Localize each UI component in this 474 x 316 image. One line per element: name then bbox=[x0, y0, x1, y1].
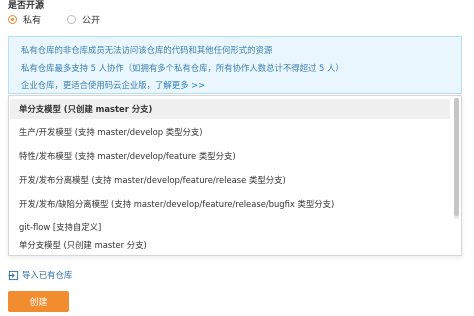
import-repo-link[interactable]: 导入已有仓库 bbox=[8, 269, 72, 281]
notice-line-3: 企业仓库，更适合使用码云企业版，了解更多 >> bbox=[21, 77, 449, 95]
dropdown-option-git-flow[interactable]: git-flow [支持自定义] bbox=[10, 217, 450, 237]
create-button[interactable]: 创建 bbox=[8, 291, 69, 312]
dropdown-selected-value[interactable]: 单分支模型 (只创建 master 分支) bbox=[10, 235, 450, 255]
radio-private-indicator[interactable] bbox=[8, 15, 17, 24]
radio-private-label: 私有 bbox=[23, 16, 42, 26]
private-repo-notice: 私有仓库的非仓库成员无法访问该仓库的代码和其他任何形式的资源 私有仓库最多支持 … bbox=[8, 36, 462, 94]
import-repo-label: 导入已有仓库 bbox=[22, 270, 73, 280]
dropdown-option-dev-release-bugfix[interactable]: 开发/发布/缺陷分离模型 (支持 master/develop/feature/… bbox=[10, 194, 450, 214]
radio-public[interactable]: 公开 bbox=[67, 13, 100, 26]
dropdown-option-production-develop[interactable]: 生产/开发模型 (支持 master/develop 类型分支) bbox=[10, 122, 450, 142]
visibility-label: 是否开源 bbox=[8, 1, 45, 11]
dropdown-option-feature-release[interactable]: 特性/发布模型 (支持 master/develop/feature 类型分支) bbox=[10, 146, 450, 166]
radio-public-label: 公开 bbox=[82, 16, 101, 26]
notice-line-1: 私有仓库的非仓库成员无法访问该仓库的代码和其他任何形式的资源 bbox=[21, 45, 273, 55]
notice-line-2: 私有仓库最多支持 5 人协作（如拥有多个私有仓库，所有协作人数总计不得超过 5 … bbox=[21, 62, 344, 73]
visibility-radio-group: 私有 公开 bbox=[8, 13, 126, 26]
dropdown-option-single-branch[interactable]: 单分支模型 (只创建 master 分支) bbox=[10, 99, 450, 119]
dropdown-scrollbar-thumb[interactable] bbox=[454, 98, 459, 216]
learn-more-link[interactable]: 了解更多 >> bbox=[155, 80, 205, 90]
notice-line-3-text: 企业仓库，更适合使用码云企业版， bbox=[21, 80, 155, 90]
branch-model-dropdown[interactable]: 单分支模型 (只创建 master 分支) 生产/开发模型 (支持 master… bbox=[8, 95, 462, 256]
dropdown-option-dev-release-separate[interactable]: 开发/发布分离模型 (支持 master/develop/feature/rel… bbox=[10, 170, 450, 190]
import-icon bbox=[8, 270, 19, 280]
radio-private[interactable]: 私有 bbox=[8, 13, 41, 26]
radio-public-indicator[interactable] bbox=[67, 15, 77, 24]
